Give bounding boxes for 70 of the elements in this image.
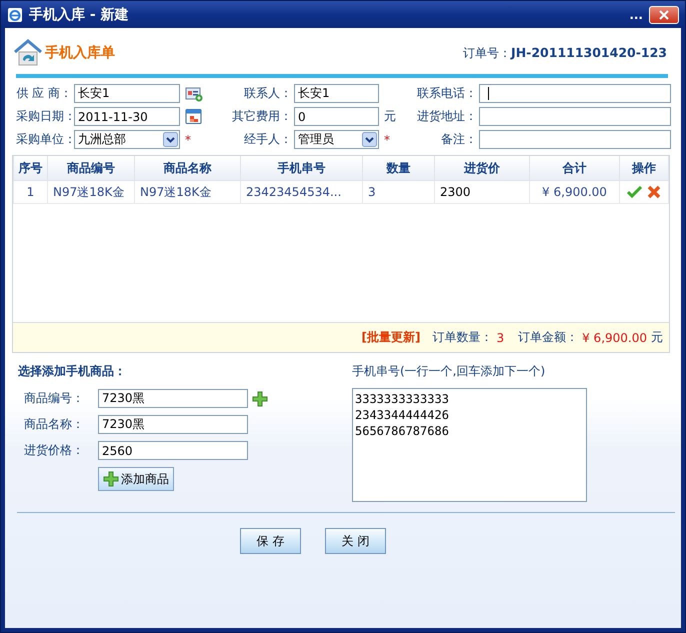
order-count-label: 订单数量： <box>432 329 492 346</box>
input-field[interactable]: 2011-11-30 <box>74 107 180 126</box>
field-label: 进货地址： <box>416 108 477 125</box>
order-label: 订单号： <box>463 46 512 60</box>
plus-icon[interactable] <box>252 390 268 406</box>
check-icon[interactable] <box>627 185 643 199</box>
table-cell: N97迷18K金 <box>134 180 240 204</box>
input-field[interactable]: 长安1 <box>294 84 379 103</box>
currency-unit: 元 <box>651 329 663 346</box>
column-header: 手机串号 <box>240 156 362 180</box>
input-field[interactable] <box>479 107 671 126</box>
save-button[interactable]: 保 存 <box>240 528 301 554</box>
calendar-icon[interactable] <box>185 108 202 125</box>
serials-field[interactable]: 3333333333333 2343344444426 5656786787686 <box>352 388 587 502</box>
delete-icon[interactable] <box>647 185 661 199</box>
field-label: 经手人： <box>243 131 292 148</box>
column-header: 商品编号 <box>48 156 134 180</box>
order-amount-label: 订单金额： <box>518 329 578 346</box>
dropdown[interactable]: 管理员 <box>294 130 379 149</box>
table-cell: ¥ 6,900.00 <box>530 180 620 204</box>
form-title: 手机入库单 <box>45 44 115 62</box>
table-cell: N97迷18K金 <box>48 180 134 204</box>
browser-icon <box>7 6 23 22</box>
column-header: 商品名称 <box>134 156 240 180</box>
field-label: 采购单位： <box>16 131 72 148</box>
house-icon <box>13 38 43 68</box>
column-header: 合计 <box>530 156 620 180</box>
field-label: 供 应 商： <box>16 85 72 102</box>
field-label: 进货价格： <box>24 442 85 459</box>
field-label: 商品编号： <box>24 390 85 407</box>
plus-icon[interactable] <box>103 471 119 487</box>
input-field[interactable]: 2560 <box>98 441 248 460</box>
unit-label: 元 <box>384 108 396 125</box>
menu-glyph[interactable]: ... <box>629 8 643 22</box>
input-field[interactable]: 0 <box>294 107 379 126</box>
field-label: 商品名称： <box>24 416 85 433</box>
window-title: 手机入库 - 新建 <box>29 6 129 24</box>
input-field[interactable] <box>479 84 671 103</box>
field-label: 联系电话： <box>416 85 477 102</box>
field-label: 采购日期： <box>16 108 72 125</box>
table-cell: 1 <box>14 180 48 204</box>
input-field[interactable]: 7230黑 <box>98 389 248 408</box>
order-count: 3 <box>496 330 504 344</box>
column-header: 进货价 <box>434 156 530 180</box>
order-number: JH-201111301420-123 <box>511 44 667 60</box>
batch-update-link[interactable]: [批量更新] <box>362 329 420 346</box>
add-product-button[interactable]: 添加商品 <box>98 467 174 491</box>
field-label: 其它费用： <box>232 108 292 125</box>
close-dialog-button[interactable]: 关 闭 <box>325 528 386 554</box>
close-icon <box>659 10 669 20</box>
text-cursor <box>488 87 489 100</box>
table-cell: 23423454534... <box>240 180 362 204</box>
table-cell: 2300 <box>434 180 530 204</box>
card-icon[interactable] <box>185 86 203 102</box>
required-mark: * <box>384 132 390 146</box>
close-button[interactable] <box>649 6 679 24</box>
required-mark: * <box>185 132 191 146</box>
order-amount: ¥ 6,900.00 <box>582 330 647 344</box>
input-field[interactable] <box>479 130 671 149</box>
input-field[interactable]: 长安1 <box>74 84 180 103</box>
field-label: 联系人： <box>243 85 292 102</box>
field-label: 备注： <box>440 131 477 148</box>
dropdown[interactable]: 九洲总部 <box>74 130 180 149</box>
input-field[interactable]: 7230黑 <box>98 415 248 434</box>
column-header: 操作 <box>620 156 668 180</box>
serials-label: 手机串号(一行一个,回车添加下一个) <box>352 363 546 380</box>
section-title: 选择添加手机商品： <box>18 363 127 380</box>
table-cell: 3 <box>362 180 434 204</box>
column-header: 数量 <box>362 156 434 180</box>
column-header: 序号 <box>14 156 48 180</box>
